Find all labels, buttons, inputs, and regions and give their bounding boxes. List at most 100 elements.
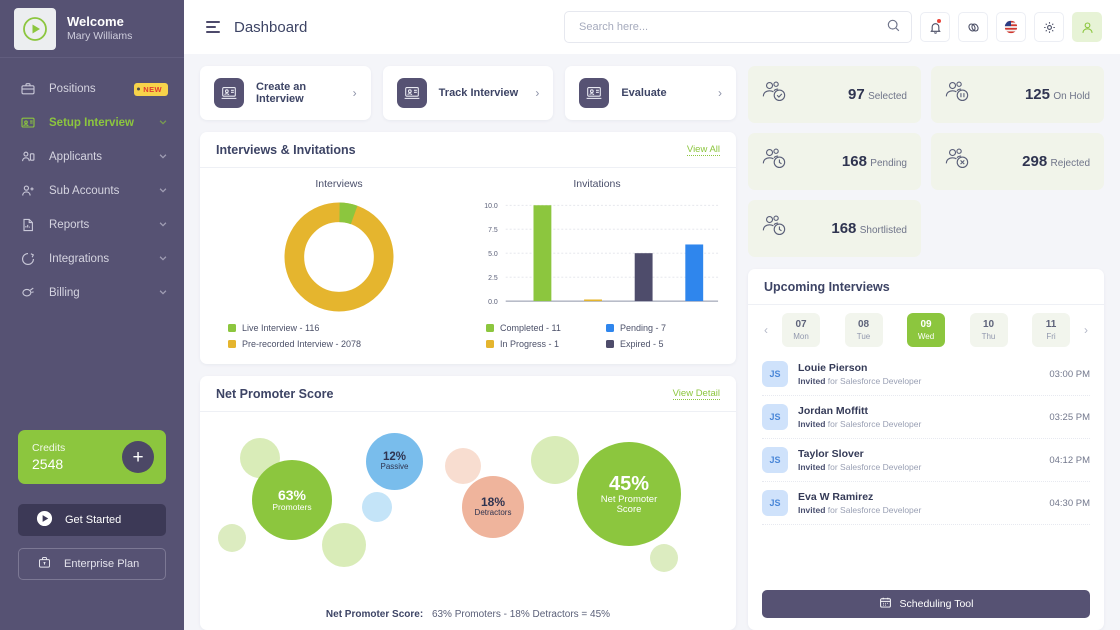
evaluate-card[interactable]: Evaluate ›: [565, 66, 737, 120]
stat-label: Pending: [870, 157, 907, 169]
scheduling-tool-button[interactable]: Scheduling Tool: [762, 590, 1090, 618]
notification-dot: [937, 19, 941, 23]
stat-card-rejected[interactable]: 298 Rejected: [931, 133, 1104, 190]
promoters-bubble[interactable]: 63% Promoters: [252, 460, 332, 540]
chevron-right-icon[interactable]: ›: [535, 86, 539, 100]
avatar: JS: [762, 404, 788, 430]
search-input[interactable]: [579, 21, 886, 33]
sidebar-item-applicants[interactable]: Applicants: [0, 140, 184, 174]
detractors-label: Detractors: [474, 508, 512, 518]
search-box[interactable]: [564, 11, 912, 43]
candidate-status: Invited for Salesforce Developer: [798, 461, 921, 473]
view-all-link[interactable]: View All: [686, 144, 720, 156]
hamburger-icon[interactable]: [206, 21, 220, 33]
left-column: Create an Interview › Track Interview ›: [200, 66, 737, 630]
candidate-name: Taylor Slover: [798, 448, 864, 460]
chevron-left-icon[interactable]: ‹: [758, 323, 774, 337]
sidebar-item-label: Setup Interview: [49, 117, 134, 129]
sidebar-item-sub-accounts[interactable]: Sub Accounts: [0, 174, 184, 208]
chevron-right-icon[interactable]: ›: [718, 86, 722, 100]
date-cell[interactable]: 08 Tue: [844, 313, 883, 347]
nps-percent: 45%: [608, 472, 650, 495]
welcome-label: Welcome: [67, 14, 124, 29]
plus-icon[interactable]: +: [122, 441, 154, 473]
passive-bubble[interactable]: 12% Passive: [366, 433, 423, 490]
stat-card-pending[interactable]: 168 Pending: [748, 133, 921, 190]
legend-item: In Progress - 1: [486, 336, 606, 352]
link-icon[interactable]: [958, 12, 988, 42]
interview-screen-icon: [579, 78, 610, 108]
candidate-status: Invited for Salesforce Developer: [798, 418, 921, 430]
credits-label: Credits: [32, 442, 66, 454]
sidebar-item-label: Applicants: [49, 151, 103, 163]
chevron-down-icon[interactable]: [158, 287, 168, 300]
list-item[interactable]: JS Louie Pierson Invited for Salesforce …: [762, 353, 1090, 396]
stat-label: Selected: [868, 90, 907, 102]
main-region: Dashboard Search here... Create an Inter…: [184, 0, 1120, 630]
panel-title: Net Promoter Score: [216, 386, 334, 401]
track-interview-card[interactable]: Track Interview ›: [382, 66, 554, 120]
date-cell[interactable]: 07 Mon: [782, 313, 820, 347]
credits-card[interactable]: Credits 2548 +: [18, 430, 166, 484]
chevron-down-icon[interactable]: [158, 117, 168, 130]
status-badge: Invited: [798, 462, 826, 472]
gear-icon[interactable]: [1034, 12, 1064, 42]
chevron-down-icon[interactable]: [158, 151, 168, 164]
stat-card-on-hold[interactable]: 125 On Hold: [931, 66, 1104, 123]
date-selector: ‹ 07 Mon 08 Tue 09 Wed 10 Thu 11 Fri ›: [748, 305, 1104, 353]
donut-svg: [284, 202, 394, 312]
charts-row: Interviews Live Interview - 116 Pre-reco…: [200, 168, 736, 364]
sidebar-footer: Credits 2548 + Get Started Enterprise Pl…: [0, 430, 184, 592]
user-avatar-icon[interactable]: [1072, 12, 1102, 42]
stat-card-selected[interactable]: 97 Selected: [748, 66, 921, 123]
interview-time: 03:00 PM: [1049, 368, 1090, 380]
chevron-down-icon[interactable]: [158, 219, 168, 232]
legend-label: Completed - 11: [500, 323, 561, 333]
us-flag-icon[interactable]: [996, 12, 1026, 42]
chevron-down-icon[interactable]: [158, 185, 168, 198]
scheduling-tool-label: Scheduling Tool: [899, 598, 974, 610]
sidebar-item-setup-interview[interactable]: Setup Interview: [0, 106, 184, 140]
sidebar-item-label: Integrations: [49, 253, 110, 265]
date-cell[interactable]: 10 Thu: [969, 313, 1008, 347]
get-started-button[interactable]: Get Started: [18, 504, 166, 536]
nps-footer-label: Net Promoter Score:: [325, 609, 424, 620]
list-item[interactable]: JS Jordan Moffitt Invited for Salesforce…: [762, 396, 1090, 439]
chevron-right-icon[interactable]: ›: [1078, 323, 1094, 337]
decor-bubble: [362, 492, 392, 522]
sidebar-item-billing[interactable]: Billing: [0, 276, 184, 310]
bell-icon[interactable]: [920, 12, 950, 42]
enterprise-plan-button[interactable]: Enterprise Plan: [18, 548, 166, 580]
action-label: Evaluate: [621, 87, 667, 99]
list-item[interactable]: JS Eva W Ramirez Invited for Salesforce …: [762, 482, 1090, 525]
view-detail-link[interactable]: View Detail: [672, 388, 720, 400]
create-interview-card[interactable]: Create an Interview ›: [200, 66, 371, 120]
stat-label: On Hold: [1053, 90, 1090, 102]
sidebar-item-positions[interactable]: Positions NEW: [0, 72, 184, 106]
user-pause-icon: [943, 79, 977, 110]
nps-footer-formula: 63% Promoters - 18% Detractors = 45%: [431, 609, 611, 620]
candidate-name: Louie Pierson: [798, 362, 868, 374]
candidate-name: Jordan Moffitt: [798, 405, 868, 417]
sidebar-item-integrations[interactable]: Integrations: [0, 242, 184, 276]
date-cell[interactable]: 11 Fri: [1032, 313, 1070, 347]
stat-value: 168: [831, 219, 857, 237]
list-item[interactable]: JS Taylor Slover Invited for Salesforce …: [762, 439, 1090, 482]
action-label: Track Interview: [438, 87, 519, 99]
detractors-bubble[interactable]: 18% Detractors: [462, 476, 524, 538]
search-icon[interactable]: [886, 18, 901, 36]
page-title: Dashboard: [234, 18, 308, 36]
applicants-icon: [18, 148, 37, 167]
chevron-right-icon[interactable]: ›: [353, 86, 357, 100]
top-header: Dashboard: [184, 0, 1120, 54]
date-number: 10: [982, 318, 995, 330]
integrations-icon: [18, 250, 37, 269]
panel-title: Interviews & Invitations: [216, 142, 356, 157]
sidebar-item-label: Reports: [49, 219, 90, 231]
decor-bubble: [445, 448, 481, 484]
sidebar-item-reports[interactable]: Reports: [0, 208, 184, 242]
stat-card-shortlisted[interactable]: 168 Shortlisted: [748, 200, 921, 257]
date-cell-selected[interactable]: 09 Wed: [907, 313, 945, 347]
chevron-down-icon[interactable]: [158, 253, 168, 266]
net-promoter-score-bubble[interactable]: 45% Net Promoter Score: [577, 442, 681, 546]
